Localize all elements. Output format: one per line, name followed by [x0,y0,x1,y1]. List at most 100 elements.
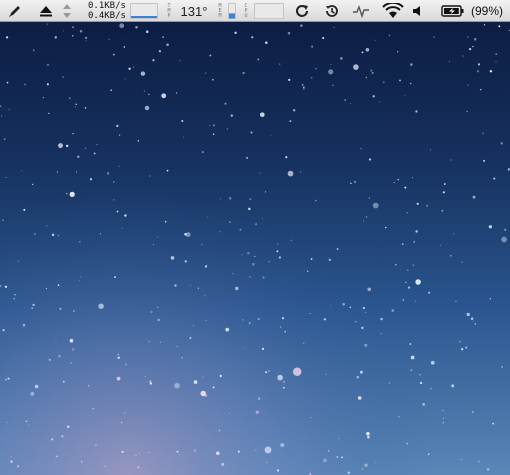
star [176,450,179,453]
star [175,92,178,94]
star [128,67,131,70]
star [135,25,138,29]
star [48,358,51,361]
star [33,232,36,235]
star [72,35,74,37]
sync-icon[interactable] [292,0,312,22]
star [261,347,265,351]
star [80,461,83,463]
battery-icon[interactable] [440,0,466,22]
battery-percent[interactable]: (99%) [468,0,506,22]
star [278,256,281,259]
star [468,47,472,51]
star [284,330,287,333]
time-machine-icon[interactable] [322,0,342,22]
star [166,43,169,46]
star [267,370,270,373]
star [278,63,281,65]
star [255,449,257,451]
star [56,171,59,173]
star [483,24,486,26]
star [72,26,74,29]
cpu-graph[interactable] [254,3,284,19]
star [220,198,222,200]
star [124,412,126,414]
star [310,417,312,418]
star [368,197,370,199]
network-graph-line [131,16,157,18]
temperature-readout[interactable]: 131° [177,0,211,22]
star [166,169,169,172]
star [310,258,313,260]
star [495,60,497,62]
star [306,270,309,273]
star [282,380,286,383]
star [202,376,204,378]
star [184,232,187,236]
star [68,97,71,100]
star [420,381,423,385]
star [242,319,244,321]
star [106,172,110,175]
star [197,287,200,289]
star [322,36,325,40]
star [234,31,237,35]
star [216,451,220,456]
star [148,341,150,343]
star [200,390,206,397]
memory-meter[interactable] [226,0,238,22]
star [338,437,340,440]
star [415,230,418,233]
volume-icon[interactable] [410,0,426,22]
star [10,456,12,458]
star [149,175,151,177]
star [6,421,8,423]
star [152,243,154,245]
star [184,260,187,263]
activity-pulse-icon[interactable] [352,0,370,22]
star [461,261,463,263]
star [276,250,279,253]
star [382,81,385,84]
star [443,183,446,185]
cpu-label-char: U [244,12,248,19]
star [193,324,195,326]
star [498,25,501,28]
star [32,303,35,307]
star [344,99,347,101]
star [249,276,251,278]
star [262,276,265,279]
star [466,312,470,317]
star [467,84,469,86]
star [21,170,23,172]
wifi-icon[interactable] [380,0,406,22]
star [486,468,490,471]
star [300,171,302,173]
star [71,348,75,351]
star [205,319,207,322]
star [110,89,113,92]
pencil-icon[interactable] [4,0,26,22]
star [124,78,126,80]
star [104,465,106,468]
star [93,152,96,155]
star [264,191,267,193]
star [315,199,317,202]
star [176,346,178,348]
star [150,311,153,313]
star [159,341,162,343]
star [404,186,407,189]
star [230,114,233,117]
star [356,375,360,379]
star [13,298,15,300]
star [116,376,121,381]
star [46,225,48,227]
star [465,346,468,349]
star [119,23,125,29]
star [178,454,180,455]
star [138,452,141,454]
star [89,178,93,181]
star [367,287,372,292]
eject-icon[interactable] [36,0,56,22]
star [370,69,373,72]
